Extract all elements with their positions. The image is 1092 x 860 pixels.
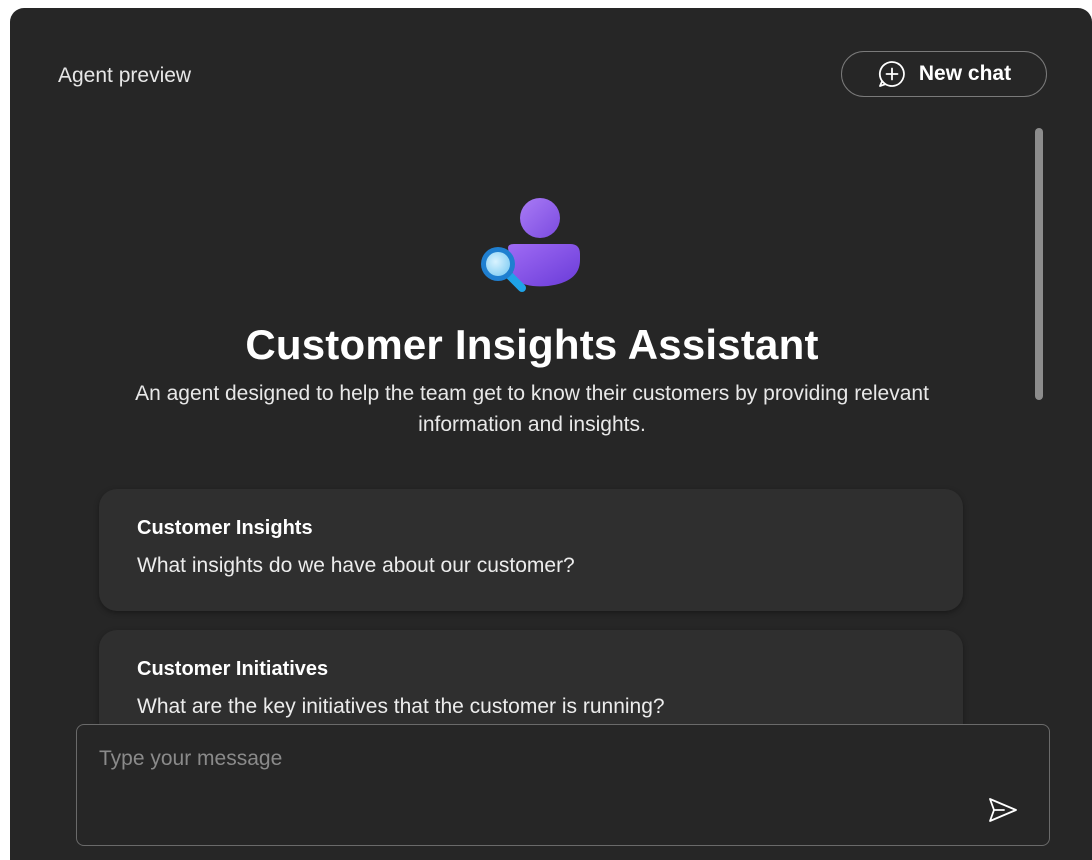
- new-chat-button[interactable]: New chat: [841, 51, 1047, 97]
- message-input[interactable]: [99, 747, 959, 787]
- agent-description: An agent designed to help the team get t…: [135, 382, 929, 436]
- agent-preview-panel: Agent preview New chat Customer Insights…: [10, 8, 1092, 860]
- chat-add-icon: [877, 59, 907, 89]
- send-icon: [988, 797, 1018, 826]
- person-search-icon: [468, 196, 588, 296]
- suggestion-prompt: What are the key initiatives that the cu…: [137, 695, 665, 718]
- message-composer: [76, 724, 1050, 846]
- new-chat-label: New chat: [918, 62, 1012, 85]
- suggestion-prompt: What insights do we have about our custo…: [137, 554, 575, 577]
- send-button[interactable]: [983, 791, 1023, 831]
- suggestion-card-customer-insights[interactable]: Customer Insights What insights do we ha…: [99, 489, 963, 611]
- suggestion-title: Customer Insights: [137, 517, 313, 539]
- agent-title: Customer Insights Assistant: [245, 321, 819, 368]
- suggestion-title: Customer Initiatives: [137, 658, 329, 680]
- panel-title: Agent preview: [58, 64, 192, 87]
